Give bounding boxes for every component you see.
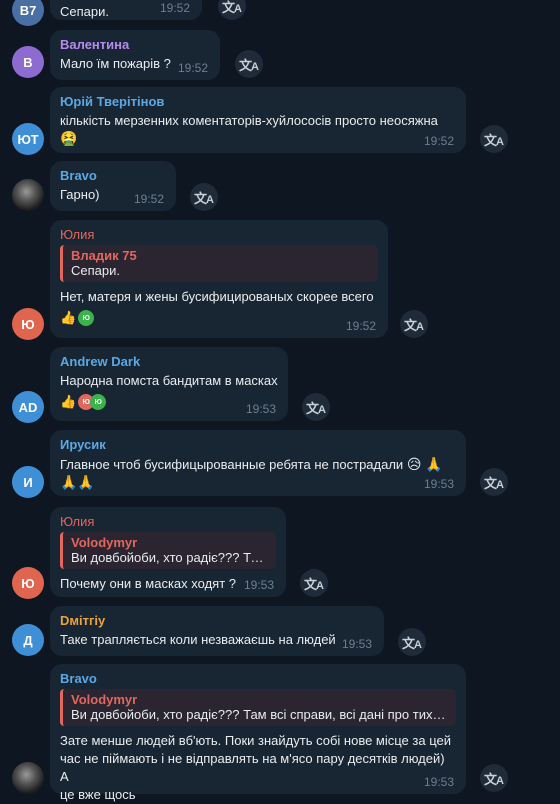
sender-name[interactable]: Юлия bbox=[60, 227, 378, 242]
translate-icon: 文A bbox=[239, 57, 259, 73]
translate-button[interactable]: 文A bbox=[400, 310, 428, 338]
message-time: 19:52 bbox=[345, 319, 376, 333]
message-text: Главное чтоб бусифицырованные ребята не … bbox=[60, 455, 456, 474]
translate-button[interactable]: 文A bbox=[480, 764, 508, 792]
message-bubble: Bravo Гарно) 19:52 bbox=[50, 161, 176, 211]
translate-icon: 文A bbox=[194, 190, 214, 206]
message-text: кількість мерзенних коментаторів-хуйлосо… bbox=[60, 113, 438, 128]
translate-icon: 文A bbox=[306, 400, 326, 416]
message-time: 19:53 bbox=[245, 402, 276, 416]
translate-icon: 文A bbox=[484, 132, 504, 148]
quote-text: Сепари. bbox=[71, 263, 120, 278]
translate-button[interactable]: 文A bbox=[398, 628, 426, 656]
sender-name[interactable]: Dмітгіу bbox=[60, 613, 374, 628]
message-time: 19:52 bbox=[423, 134, 454, 148]
message-bubble: Юлия Volodymyr Ви довбойоби, хто радіє??… bbox=[50, 507, 286, 597]
sender-name[interactable]: Ирусик bbox=[60, 437, 456, 452]
sender-name[interactable]: Bravo bbox=[60, 168, 166, 183]
avatar[interactable]: B bbox=[12, 46, 44, 78]
sender-name[interactable]: Andrew Dark bbox=[60, 354, 278, 369]
sender-name[interactable]: Юрій Тверітінов bbox=[60, 94, 456, 109]
avatar[interactable]: Ю bbox=[12, 308, 44, 340]
translate-button[interactable]: 文A bbox=[480, 125, 508, 153]
emoji: 🙏🙏 bbox=[60, 474, 95, 490]
message-bubble: Andrew Dark Народна помста бандитам в ма… bbox=[50, 347, 288, 421]
reactions[interactable]: 👍 Ю bbox=[60, 310, 378, 326]
translate-icon: 文A bbox=[402, 635, 422, 651]
avatar[interactable] bbox=[12, 762, 44, 794]
avatar[interactable]: Д bbox=[12, 624, 44, 656]
avatar[interactable]: Ю bbox=[12, 567, 44, 599]
reply-quote[interactable]: Volodymyr Ви довбойоби, хто радіє??? Там… bbox=[60, 689, 456, 726]
message-bubble: Ирусик Главное чтоб бусифицырованные реб… bbox=[50, 430, 466, 496]
message-bubble: Валентина Мало їм пожарів ? 19:52 bbox=[50, 30, 220, 80]
message-text-line: це вже щось bbox=[60, 787, 136, 802]
message-text-line: Зате менше людей вб'ють. Поки знайдуть с… bbox=[60, 733, 451, 748]
translate-button[interactable]: 文A bbox=[218, 0, 246, 20]
thumbs-up-reaction[interactable]: 👍 bbox=[60, 394, 76, 410]
avatar[interactable] bbox=[12, 179, 44, 211]
sender-name[interactable]: Юлия bbox=[60, 514, 276, 529]
thumbs-up-reaction[interactable]: 👍 bbox=[60, 310, 76, 326]
message-time: 19:53 bbox=[423, 477, 454, 491]
message-bubble: Сепари. 19:52 bbox=[50, 0, 202, 20]
message-time: 19:53 bbox=[341, 637, 372, 651]
avatar[interactable]: B7 bbox=[12, 0, 44, 26]
translate-icon: 文A bbox=[484, 475, 504, 491]
message-time: 19:53 bbox=[243, 578, 274, 592]
message-time: 19:52 bbox=[133, 192, 164, 206]
reply-quote[interactable]: Владик 75 Сепари. bbox=[60, 245, 378, 282]
reactor-avatar: Ю bbox=[90, 394, 107, 410]
message-bubble: Юрій Тверітінов кількість мерзенних коме… bbox=[50, 87, 466, 153]
emoji: 😥 🙏 bbox=[406, 456, 443, 472]
translate-icon: 文A bbox=[304, 576, 324, 592]
sender-name[interactable]: Bravo bbox=[60, 671, 456, 686]
message-time: 19:53 bbox=[423, 775, 454, 789]
message-bubble: Юлия Владик 75 Сепари. Нет, матеря и жен… bbox=[50, 220, 388, 338]
quote-text: Ви довбойоби, хто радіє??? Там всі справ… bbox=[71, 707, 448, 722]
message-text-body: Главное чтоб бусифицырованные ребята не … bbox=[60, 457, 404, 472]
message-text-line: час не піймають і не відправлять на м'яс… bbox=[60, 751, 445, 784]
message-time: 19:52 bbox=[177, 61, 208, 75]
translate-icon: 文A bbox=[222, 0, 242, 15]
quote-author: Владик 75 bbox=[71, 248, 137, 263]
translate-button[interactable]: 文A bbox=[235, 50, 263, 78]
message-text: Нет, матеря и жены бусифицированых скоре… bbox=[60, 289, 374, 304]
quote-author: Volodymyr bbox=[71, 692, 138, 707]
emoji: 🤮 bbox=[60, 130, 78, 146]
reactor-avatar: Ю bbox=[78, 310, 95, 326]
message-text: Народна помста бандитам в масках bbox=[60, 373, 278, 388]
message-text: Таке трапляється коли незважаєшь на люде… bbox=[60, 632, 336, 647]
translate-button[interactable]: 文A bbox=[480, 468, 508, 496]
translate-button[interactable]: 文A bbox=[302, 393, 330, 421]
message-bubble: Dмітгіу Таке трапляється коли незважаєшь… bbox=[50, 606, 384, 656]
avatar[interactable]: ЮТ bbox=[12, 123, 44, 155]
translate-icon: 文A bbox=[404, 317, 424, 333]
quote-text: Ви довбойоби, хто радіє??? Там... bbox=[71, 550, 268, 565]
sender-name[interactable]: Валентина bbox=[60, 37, 210, 52]
message-bubble: Bravo Volodymyr Ви довбойоби, хто радіє?… bbox=[50, 664, 466, 802]
translate-button[interactable]: 文A bbox=[300, 569, 328, 597]
quote-author: Volodymyr bbox=[71, 535, 138, 550]
translate-icon: 文A bbox=[484, 771, 504, 787]
message-time: 19:52 bbox=[159, 1, 190, 15]
translate-button[interactable]: 文A bbox=[190, 183, 218, 211]
avatar[interactable]: AD bbox=[12, 391, 44, 423]
reply-quote[interactable]: Volodymyr Ви довбойоби, хто радіє??? Там… bbox=[60, 532, 276, 569]
avatar[interactable]: И bbox=[12, 466, 44, 498]
